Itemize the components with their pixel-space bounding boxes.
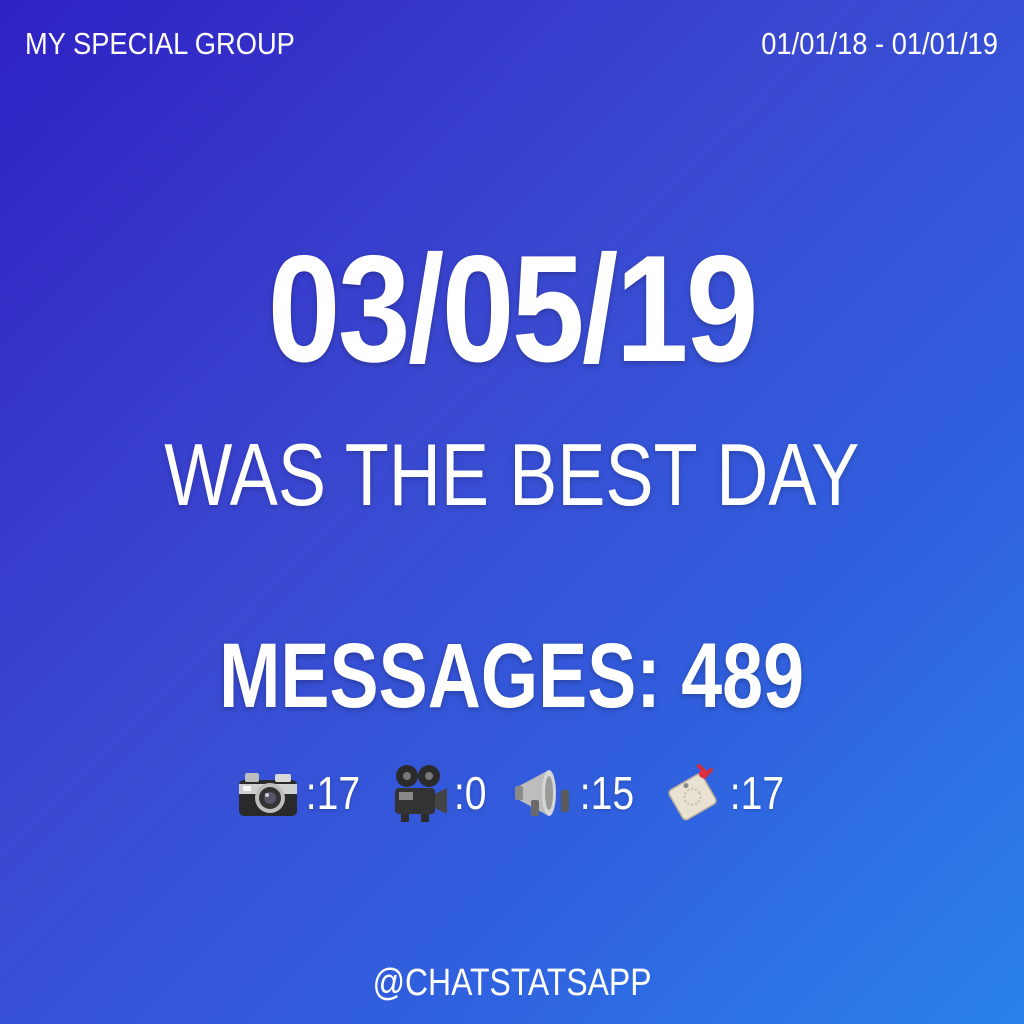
stat-count: :17 [729,767,785,819]
messages-count: MESSAGES: 489 [219,625,805,727]
media-stats: :17 :0 :15:17 [0,760,1024,826]
stat-stickers: :17 [659,760,789,826]
best-day-subtitle: WAS THE BEST DAY [164,425,860,524]
movie-camera-icon [394,765,447,822]
stat-videos: :0 [385,760,489,826]
app-handle: @CHATSTATSAPP [372,962,652,1004]
stat-voice: :15 [509,760,639,826]
date-range: 01/01/18 - 01/01/19 [761,26,998,61]
camera-icon [238,773,297,816]
stat-count: :0 [453,767,487,819]
sticker-tag-icon [668,764,717,821]
group-name: MY SPECIAL GROUP [25,26,295,61]
best-date: 03/05/19 [267,224,759,394]
stat-count: :15 [579,767,635,819]
stat-photos: :17 [235,760,365,826]
stat-count: :17 [305,767,361,819]
megaphone-icon [515,770,570,816]
